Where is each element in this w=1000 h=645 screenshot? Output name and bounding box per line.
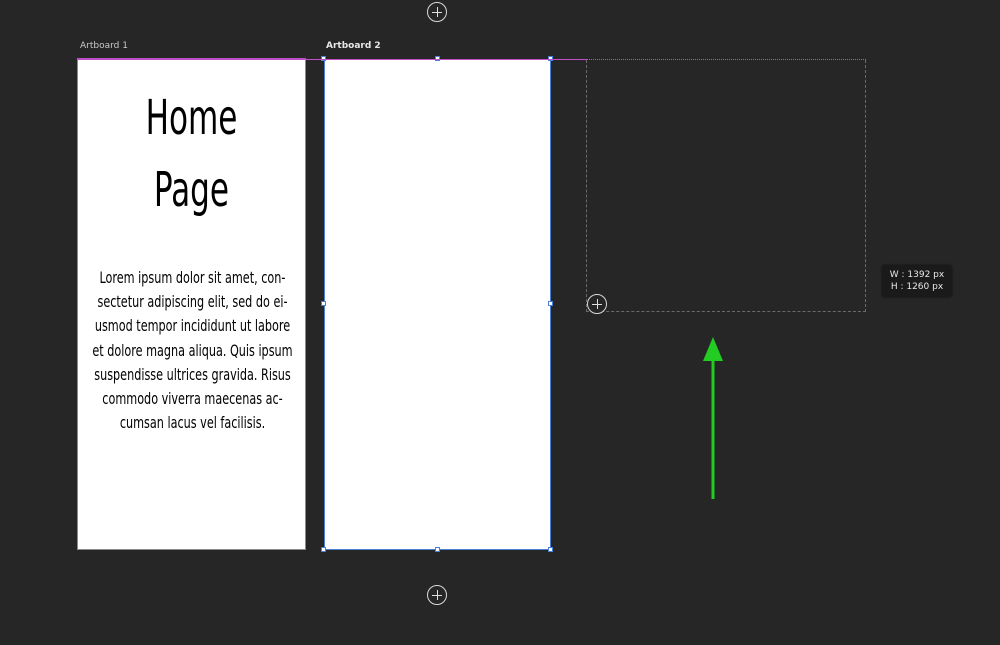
resize-handle-right[interactable] <box>548 301 553 306</box>
resize-handle-bottom[interactable] <box>435 547 440 552</box>
smart-guide-line <box>306 59 586 60</box>
arrow-up-icon <box>703 337 723 499</box>
artboard-2-label[interactable]: Artboard 2 <box>326 41 381 51</box>
plus-circle-icon-stroke <box>436 590 438 600</box>
add-artboard-marquee-button[interactable] <box>587 294 607 314</box>
resize-handle-bottom-left[interactable] <box>321 547 326 552</box>
add-artboard-bottom-button[interactable] <box>427 585 447 605</box>
resize-handle-left[interactable] <box>321 301 326 306</box>
artboard-1-label[interactable]: Artboard 1 <box>80 41 128 51</box>
home-page-heading[interactable]: Home Page <box>110 82 273 226</box>
lorem-ipsum-text-content: Lorem ipsum dolor sit amet, con- sectetu… <box>92 268 293 433</box>
size-tooltip-height: H : 1260 px <box>890 282 944 292</box>
artboard-1[interactable]: Home Page Lorem ipsum dolor sit amet, co… <box>77 58 306 550</box>
artboard-2[interactable] <box>324 59 551 550</box>
lorem-ipsum-text[interactable]: Lorem ipsum dolor sit amet, con- sectetu… <box>92 266 292 435</box>
size-tooltip: W : 1392 px H : 1260 px <box>882 265 952 297</box>
new-artboard-marquee <box>586 60 866 312</box>
plus-circle-icon-stroke <box>436 7 438 17</box>
plus-circle-icon-stroke <box>596 299 598 309</box>
size-tooltip-width: W : 1392 px <box>889 270 945 280</box>
add-artboard-top-button[interactable] <box>427 2 447 22</box>
resize-handle-bottom-right[interactable] <box>548 547 553 552</box>
